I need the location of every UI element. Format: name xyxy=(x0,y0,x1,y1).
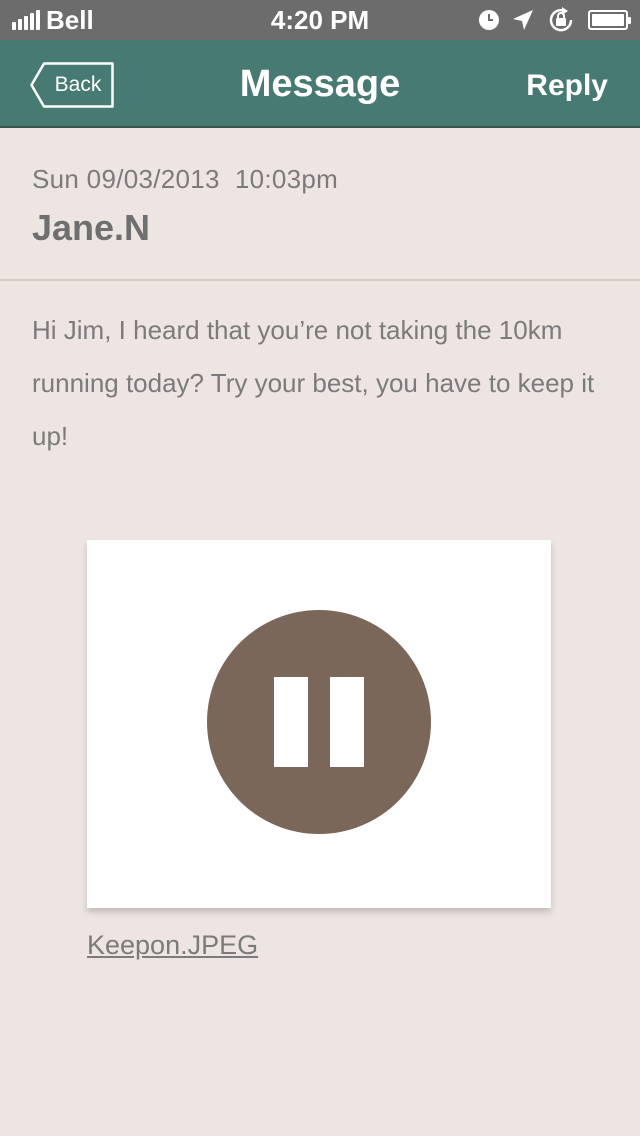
battery-icon xyxy=(588,10,631,30)
status-bar: Bell 4:20 PM xyxy=(0,0,640,40)
message-body: Hi Jim, I heard that you’re not taking t… xyxy=(32,315,595,451)
attachment-filename-link[interactable]: Keepon.JPEG xyxy=(87,930,258,961)
status-right xyxy=(478,5,631,35)
message-date: Sun 09/03/2013 10:03pm xyxy=(32,164,339,194)
rotation-lock-icon xyxy=(549,7,573,32)
header-divider xyxy=(0,279,640,281)
reply-button[interactable]: Reply xyxy=(526,40,608,128)
battery-fill xyxy=(592,14,624,26)
alarm-icon xyxy=(479,10,499,30)
carrier-label: Bell xyxy=(46,4,94,35)
back-button[interactable]: Back xyxy=(30,62,114,108)
attachment-preview[interactable] xyxy=(87,540,551,908)
signal-icon xyxy=(12,10,40,30)
pause-icon[interactable] xyxy=(207,610,431,834)
nav-bar: Back Message Reply xyxy=(0,40,640,128)
message-sender: Jane.N xyxy=(32,207,151,248)
message-header: Sun 09/03/2013 10:03pm Jane.N xyxy=(32,164,338,249)
location-icon xyxy=(513,10,533,30)
status-left: Bell xyxy=(12,5,94,36)
back-label: Back xyxy=(54,73,102,96)
